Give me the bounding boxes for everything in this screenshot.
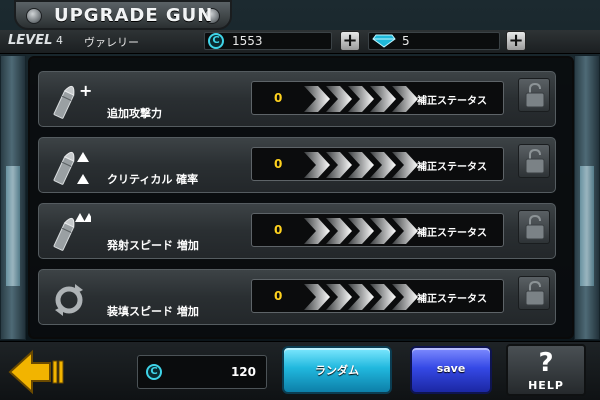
svg-text:+: +	[79, 81, 91, 100]
upgrade-label: 装填スピード 増加	[107, 305, 199, 318]
upgrade-row-attack: + 追加攻撃力 0 補正ステータス	[38, 71, 556, 127]
back-arrow-button[interactable]	[8, 349, 66, 395]
lock-icon	[525, 148, 545, 174]
upgrade-value: 0	[274, 91, 283, 105]
status-bar: 0 補正ステータス	[251, 279, 504, 313]
coin-count: 1553	[232, 34, 263, 48]
lock-icon	[525, 82, 545, 108]
bullet-arrow-icon	[53, 151, 89, 185]
lock-button[interactable]	[518, 276, 550, 310]
coin-icon: C	[208, 33, 224, 49]
save-button-label: save	[436, 362, 466, 375]
status-bar: 0 補正ステータス	[251, 147, 504, 181]
bolt-icon	[26, 8, 42, 24]
status-bar: 0 補正ステータス	[251, 81, 504, 115]
reload-icon	[55, 284, 83, 316]
chevron-progress-icon	[304, 86, 418, 112]
upgrade-label: 発射スピード 増加	[107, 239, 199, 252]
upgrade-label: クリティカル 確率	[107, 173, 199, 186]
question-mark-icon: ?	[538, 348, 554, 378]
cost-display: C 120	[137, 355, 267, 389]
help-label: HELP	[528, 379, 564, 392]
bullet-double-arrow-icon	[53, 213, 91, 251]
upgrade-value: 0	[274, 223, 283, 237]
upgrade-row-critical: クリティカル 確率 0 補正ステータス	[38, 137, 556, 193]
level-value: 4	[56, 34, 63, 47]
diamond-icon	[372, 34, 396, 48]
status-label: 補正ステータス	[417, 96, 487, 107]
weapon-name: ヴァレリー	[84, 36, 139, 49]
upgrade-row-reload-speed: 装填スピード 増加 0 補正ステータス	[38, 269, 556, 325]
upgrade-row-fire-speed: 発射スピード 増加 0 補正ステータス	[38, 203, 556, 259]
level-label: LEVEL	[8, 33, 53, 48]
status-bar: 0 補正ステータス	[251, 213, 504, 247]
title-bar: UPGRADE GUN	[14, 0, 232, 30]
lock-icon	[525, 280, 545, 306]
chevron-progress-icon	[304, 218, 418, 244]
status-label: 補正ステータス	[417, 162, 487, 173]
random-button[interactable]: ランダム	[282, 346, 392, 394]
upgrade-value: 0	[274, 157, 283, 171]
gem-count: 5	[402, 34, 410, 48]
lock-button[interactable]	[518, 210, 550, 244]
buy-gems-button[interactable]: +	[506, 31, 526, 51]
lock-button[interactable]	[518, 78, 550, 112]
buy-coins-button[interactable]: +	[340, 31, 360, 51]
page-title: UPGRADE GUN	[54, 5, 214, 26]
chevron-progress-icon	[304, 284, 418, 310]
help-button[interactable]: ? HELP	[506, 344, 586, 396]
left-pillar: 01	[0, 55, 26, 366]
bullet-plus-icon: +	[53, 81, 91, 119]
cost-value: 120	[230, 365, 256, 379]
status-label: 補正ステータス	[417, 228, 487, 239]
lock-button[interactable]	[518, 144, 550, 178]
lock-icon	[525, 214, 545, 240]
upgrade-value: 0	[274, 289, 283, 303]
right-pillar	[574, 55, 600, 340]
upgrade-label: 追加攻撃力	[107, 107, 162, 120]
coin-icon: C	[146, 364, 162, 380]
chevron-progress-icon	[304, 152, 418, 178]
random-button-label: ランダム	[315, 364, 359, 377]
save-button[interactable]: save	[410, 346, 492, 394]
status-label: 補正ステータス	[417, 294, 487, 305]
